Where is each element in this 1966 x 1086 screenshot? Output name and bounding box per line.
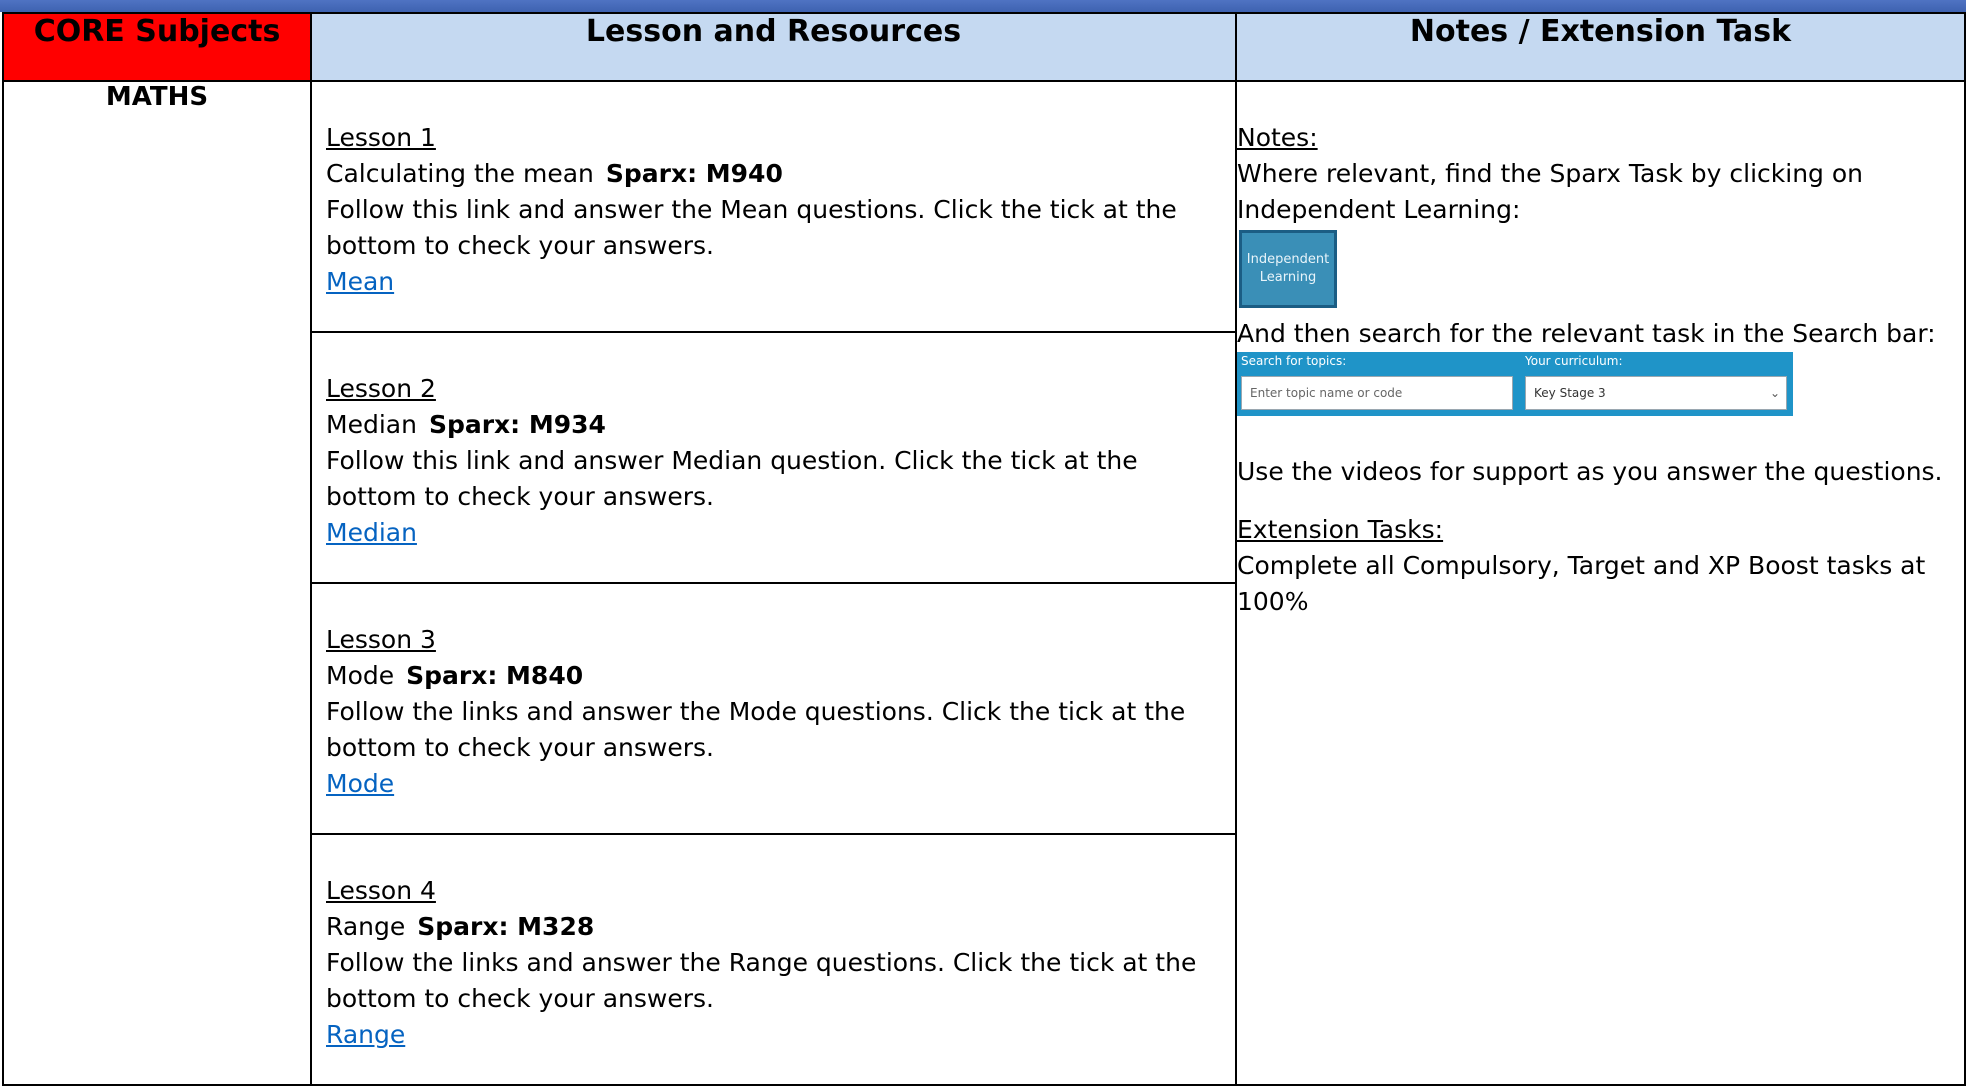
sparx-code: Sparx: M940 — [605, 159, 783, 188]
range-link[interactable]: Range — [326, 1020, 405, 1049]
lesson-topic: Calculating the mean — [326, 159, 594, 188]
lesson-instructions: Follow the links and answer the Range qu… — [326, 948, 1197, 1013]
chevron-down-icon: ⌄ — [1769, 386, 1780, 400]
lesson-row-1: MATHS Lesson 1 Calculating the mean Sparx… — [2, 80, 1966, 1086]
lesson-cell-4: Lesson 4 Range Sparx: M328 Follow the lin… — [310, 833, 1237, 1086]
extension-heading: Extension Tasks: — [1237, 515, 1444, 544]
lesson-resources-header: Lesson and Resources — [310, 12, 1237, 82]
lesson-topic: Range — [326, 912, 406, 941]
lesson-topic-line: Calculating the mean Sparx: M940 — [326, 156, 1221, 192]
search-instruction-text: And then search for the relevant task in… — [1237, 319, 1936, 348]
subject-cell: MATHS — [2, 80, 312, 1086]
mean-link[interactable]: Mean — [326, 267, 394, 296]
notes-heading: Notes: — [1237, 123, 1318, 152]
lesson-cell-2: Lesson 2 Median Sparx: M934 Follow this l… — [310, 331, 1237, 584]
lesson-instructions: Follow the links and answer the Mode que… — [326, 697, 1186, 762]
lesson-topic: Mode — [326, 661, 395, 690]
sparx-code: Sparx: M328 — [417, 912, 595, 941]
core-subjects-header: CORE Subjects — [2, 12, 312, 82]
header-row: CORE Subjects Lesson and Resources Notes… — [2, 12, 1966, 82]
find-task-text: Where relevant, find the Sparx Task by c… — [1237, 159, 1864, 224]
lesson-title: Lesson 3 — [326, 625, 436, 654]
lesson-topic-line: Median Sparx: M934 — [326, 407, 1221, 443]
notes-extension-header: Notes / Extension Task — [1235, 12, 1966, 82]
curriculum-value: Key Stage 3 — [1534, 386, 1606, 400]
curriculum-label: Your curriculum: — [1525, 354, 1623, 368]
median-link[interactable]: Median — [326, 518, 417, 547]
search-bar-image: Search for topics: Your curriculum: Ente… — [1237, 352, 1793, 416]
lesson-plan-table: CORE Subjects Lesson and Resources Notes… — [2, 12, 1966, 1086]
lesson-topic: Median — [326, 410, 417, 439]
mode-link[interactable]: Mode — [326, 769, 394, 798]
top-border-bar — [0, 0, 1966, 12]
sparx-code: Sparx: M840 — [406, 661, 584, 690]
lesson-instructions: Follow this link and answer the Mean que… — [326, 195, 1177, 260]
lesson-title: Lesson 4 — [326, 876, 436, 905]
lesson-title: Lesson 1 — [326, 123, 436, 152]
curriculum-select: Key Stage 3 ⌄ — [1525, 376, 1787, 410]
lesson-topic-line: Mode Sparx: M840 — [326, 658, 1221, 694]
lesson-cell-3: Lesson 3 Mode Sparx: M840 Follow the link… — [310, 582, 1237, 835]
videos-text: Use the videos for support as you answer… — [1237, 457, 1943, 486]
lesson-title: Lesson 2 — [326, 374, 436, 403]
search-topics-label: Search for topics: — [1241, 354, 1347, 368]
lesson-cell-1: Lesson 1 Calculating the mean Sparx: M940… — [310, 80, 1237, 333]
sparx-code: Sparx: M934 — [428, 410, 606, 439]
search-input: Enter topic name or code — [1241, 376, 1513, 410]
lesson-topic-line: Range Sparx: M328 — [326, 909, 1221, 945]
lesson-instructions: Follow this link and answer Median quest… — [326, 446, 1138, 511]
extension-text: Complete all Compulsory, Target and XP B… — [1237, 551, 1926, 616]
independent-learning-button: Independent Learning — [1239, 230, 1337, 308]
notes-cell: Notes: Where relevant, find the Sparx Ta… — [1235, 80, 1966, 1086]
